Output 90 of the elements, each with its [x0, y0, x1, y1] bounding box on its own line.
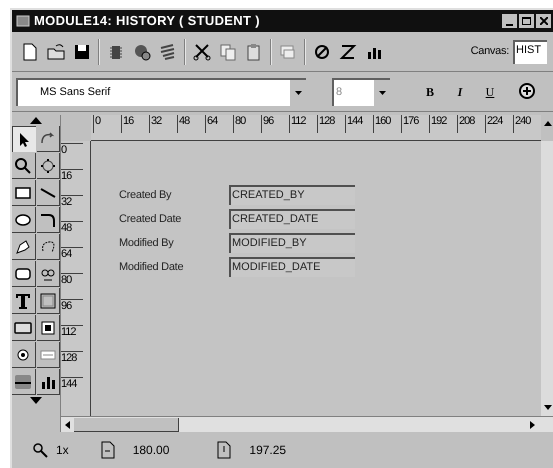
ruler-label: 0: [61, 143, 83, 169]
text-item[interactable]: CREATED_DATE: [229, 209, 355, 229]
ruler-label: 224: [485, 115, 513, 133]
scroll-down-icon[interactable]: [544, 405, 552, 410]
canvas-label: Canvas:: [470, 44, 509, 60]
width-value: 180.00: [132, 442, 170, 459]
ruler-label: 48: [61, 221, 83, 247]
palette-tool[interactable]: [12, 342, 36, 368]
minimize-icon: [506, 24, 513, 26]
canvas-field[interactable]: HIST: [513, 40, 547, 64]
ruler-label: 192: [429, 115, 457, 133]
ruler-label: 208: [457, 115, 485, 133]
palette-tool[interactable]: [12, 288, 36, 314]
palette-tool[interactable]: [12, 369, 36, 395]
scroll-left-icon[interactable]: [65, 420, 70, 428]
palette-tool[interactable]: [36, 180, 60, 206]
scroll-down-icon[interactable]: [30, 397, 42, 404]
zoom-in-icon[interactable]: [518, 82, 538, 102]
maximize-icon: [522, 17, 531, 25]
palette-tool[interactable]: [12, 207, 36, 233]
ruler-label: 64: [205, 115, 233, 133]
height-value: 197.25: [249, 442, 286, 459]
font-size-dropdown[interactable]: 8: [332, 78, 390, 106]
palette-tool[interactable]: [12, 315, 36, 341]
ruler-label: 32: [149, 115, 177, 133]
text-item[interactable]: CREATED_BY: [229, 185, 355, 205]
horizontal-scrollbar[interactable]: [61, 416, 553, 432]
ruler-label: 16: [61, 169, 83, 195]
ruler-label: 80: [233, 115, 261, 133]
font-name-dropdown[interactable]: MS Sans Serif: [16, 78, 306, 106]
app-icon: [16, 15, 30, 27]
frame-icon: [38, 290, 58, 310]
ruler-label: 64: [61, 247, 83, 273]
page-height-icon: [217, 441, 232, 459]
ruler-label: 0: [93, 115, 121, 133]
magnifier-icon: [13, 156, 34, 176]
palette-tool[interactable]: [12, 126, 36, 152]
dropdown-arrow-icon: [378, 90, 386, 94]
field-label: Created Date: [119, 212, 182, 227]
ruler-label: 16: [121, 115, 149, 133]
ruler-label: 32: [61, 195, 83, 221]
scrollbar-thumb[interactable]: [74, 418, 179, 432]
field-label: Modified By: [119, 236, 175, 251]
field-label: Created By: [119, 188, 172, 203]
ruler-label: 144: [345, 115, 373, 133]
ruler-label: 96: [261, 115, 289, 133]
page-width-icon: [100, 441, 115, 459]
ruler-label: 128: [61, 351, 83, 377]
ruler-label: 128: [317, 115, 345, 133]
palette-tool[interactable]: [36, 369, 60, 395]
ruler-label: 160: [373, 115, 401, 133]
palette-tool[interactable]: [36, 261, 60, 287]
window-title: MODULE14: HISTORY ( STUDENT ): [34, 12, 260, 30]
copy-icon[interactable]: [218, 42, 238, 62]
palette-tool[interactable]: [36, 207, 60, 233]
ruler-label: 144: [61, 377, 83, 403]
ruler-label: 48: [177, 115, 205, 133]
palette-tool[interactable]: [36, 234, 60, 260]
scissors-icon[interactable]: [192, 42, 212, 62]
zoom-icon: [32, 442, 48, 458]
zoom-level: 1x: [56, 442, 69, 459]
palette-tool[interactable]: [12, 234, 36, 260]
folder-icon[interactable]: [46, 42, 66, 62]
vertical-scrollbar[interactable]: [541, 141, 553, 416]
ruler-label: 96: [61, 299, 83, 325]
ruler-label: 112: [289, 115, 317, 133]
underline-button[interactable]: U: [480, 82, 500, 100]
palette-tool[interactable]: [36, 153, 60, 179]
dropdown-arrow-icon: [294, 90, 302, 94]
text-item[interactable]: MODIFIED_BY: [229, 233, 355, 253]
ruler-label: 176: [401, 115, 429, 133]
scroll-right-icon[interactable]: [530, 420, 535, 428]
close-icon: [540, 17, 548, 25]
bold-button[interactable]: B: [420, 82, 440, 100]
palette-tool[interactable]: [36, 342, 60, 368]
minimize-button[interactable]: [502, 14, 517, 28]
palette-tool[interactable]: [36, 315, 60, 341]
ruler-label: 112: [61, 325, 83, 351]
palette-tool[interactable]: [12, 261, 36, 287]
field-label: Modified Date: [119, 260, 184, 275]
italic-button[interactable]: I: [450, 82, 470, 100]
scroll-up-icon[interactable]: [30, 117, 42, 124]
palette-tool[interactable]: [12, 180, 36, 206]
scroll-up-icon[interactable]: [544, 121, 552, 126]
text-item[interactable]: MODIFIED_DATE: [229, 257, 355, 277]
maximize-button[interactable]: [519, 14, 534, 28]
close-button[interactable]: [536, 14, 551, 28]
palette-tool[interactable]: [12, 153, 36, 179]
palette-tool[interactable]: [36, 288, 60, 314]
ruler-label: 80: [61, 273, 83, 299]
